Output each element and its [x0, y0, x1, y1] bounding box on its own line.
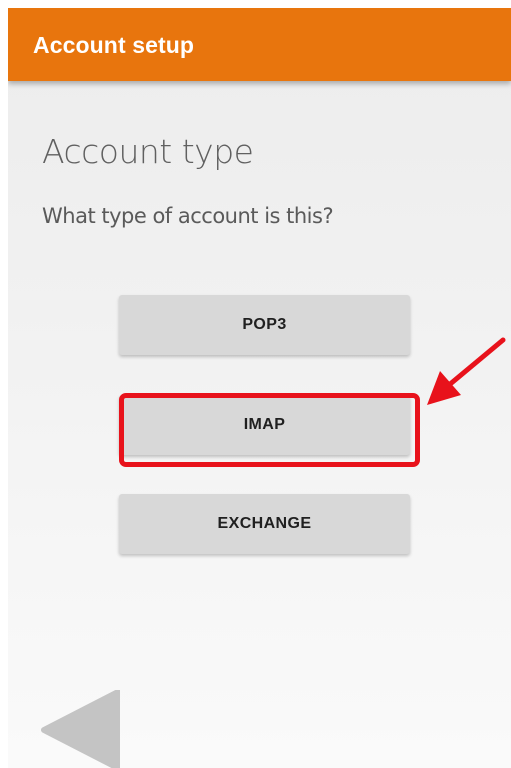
account-setup-screen: Account setup Account type What type of … [8, 8, 511, 768]
exchange-button[interactable]: EXCHANGE [119, 494, 410, 554]
back-arrow-icon[interactable] [40, 690, 120, 768]
imap-button[interactable]: IMAP [119, 395, 410, 455]
page-title: Account type [42, 132, 254, 171]
red-arrow-icon [427, 337, 506, 405]
account-type-question: What type of account is this? [42, 204, 334, 228]
pop3-button[interactable]: POP3 [119, 295, 410, 355]
app-bar: Account setup [8, 8, 511, 81]
app-bar-title: Account setup [33, 32, 195, 58]
